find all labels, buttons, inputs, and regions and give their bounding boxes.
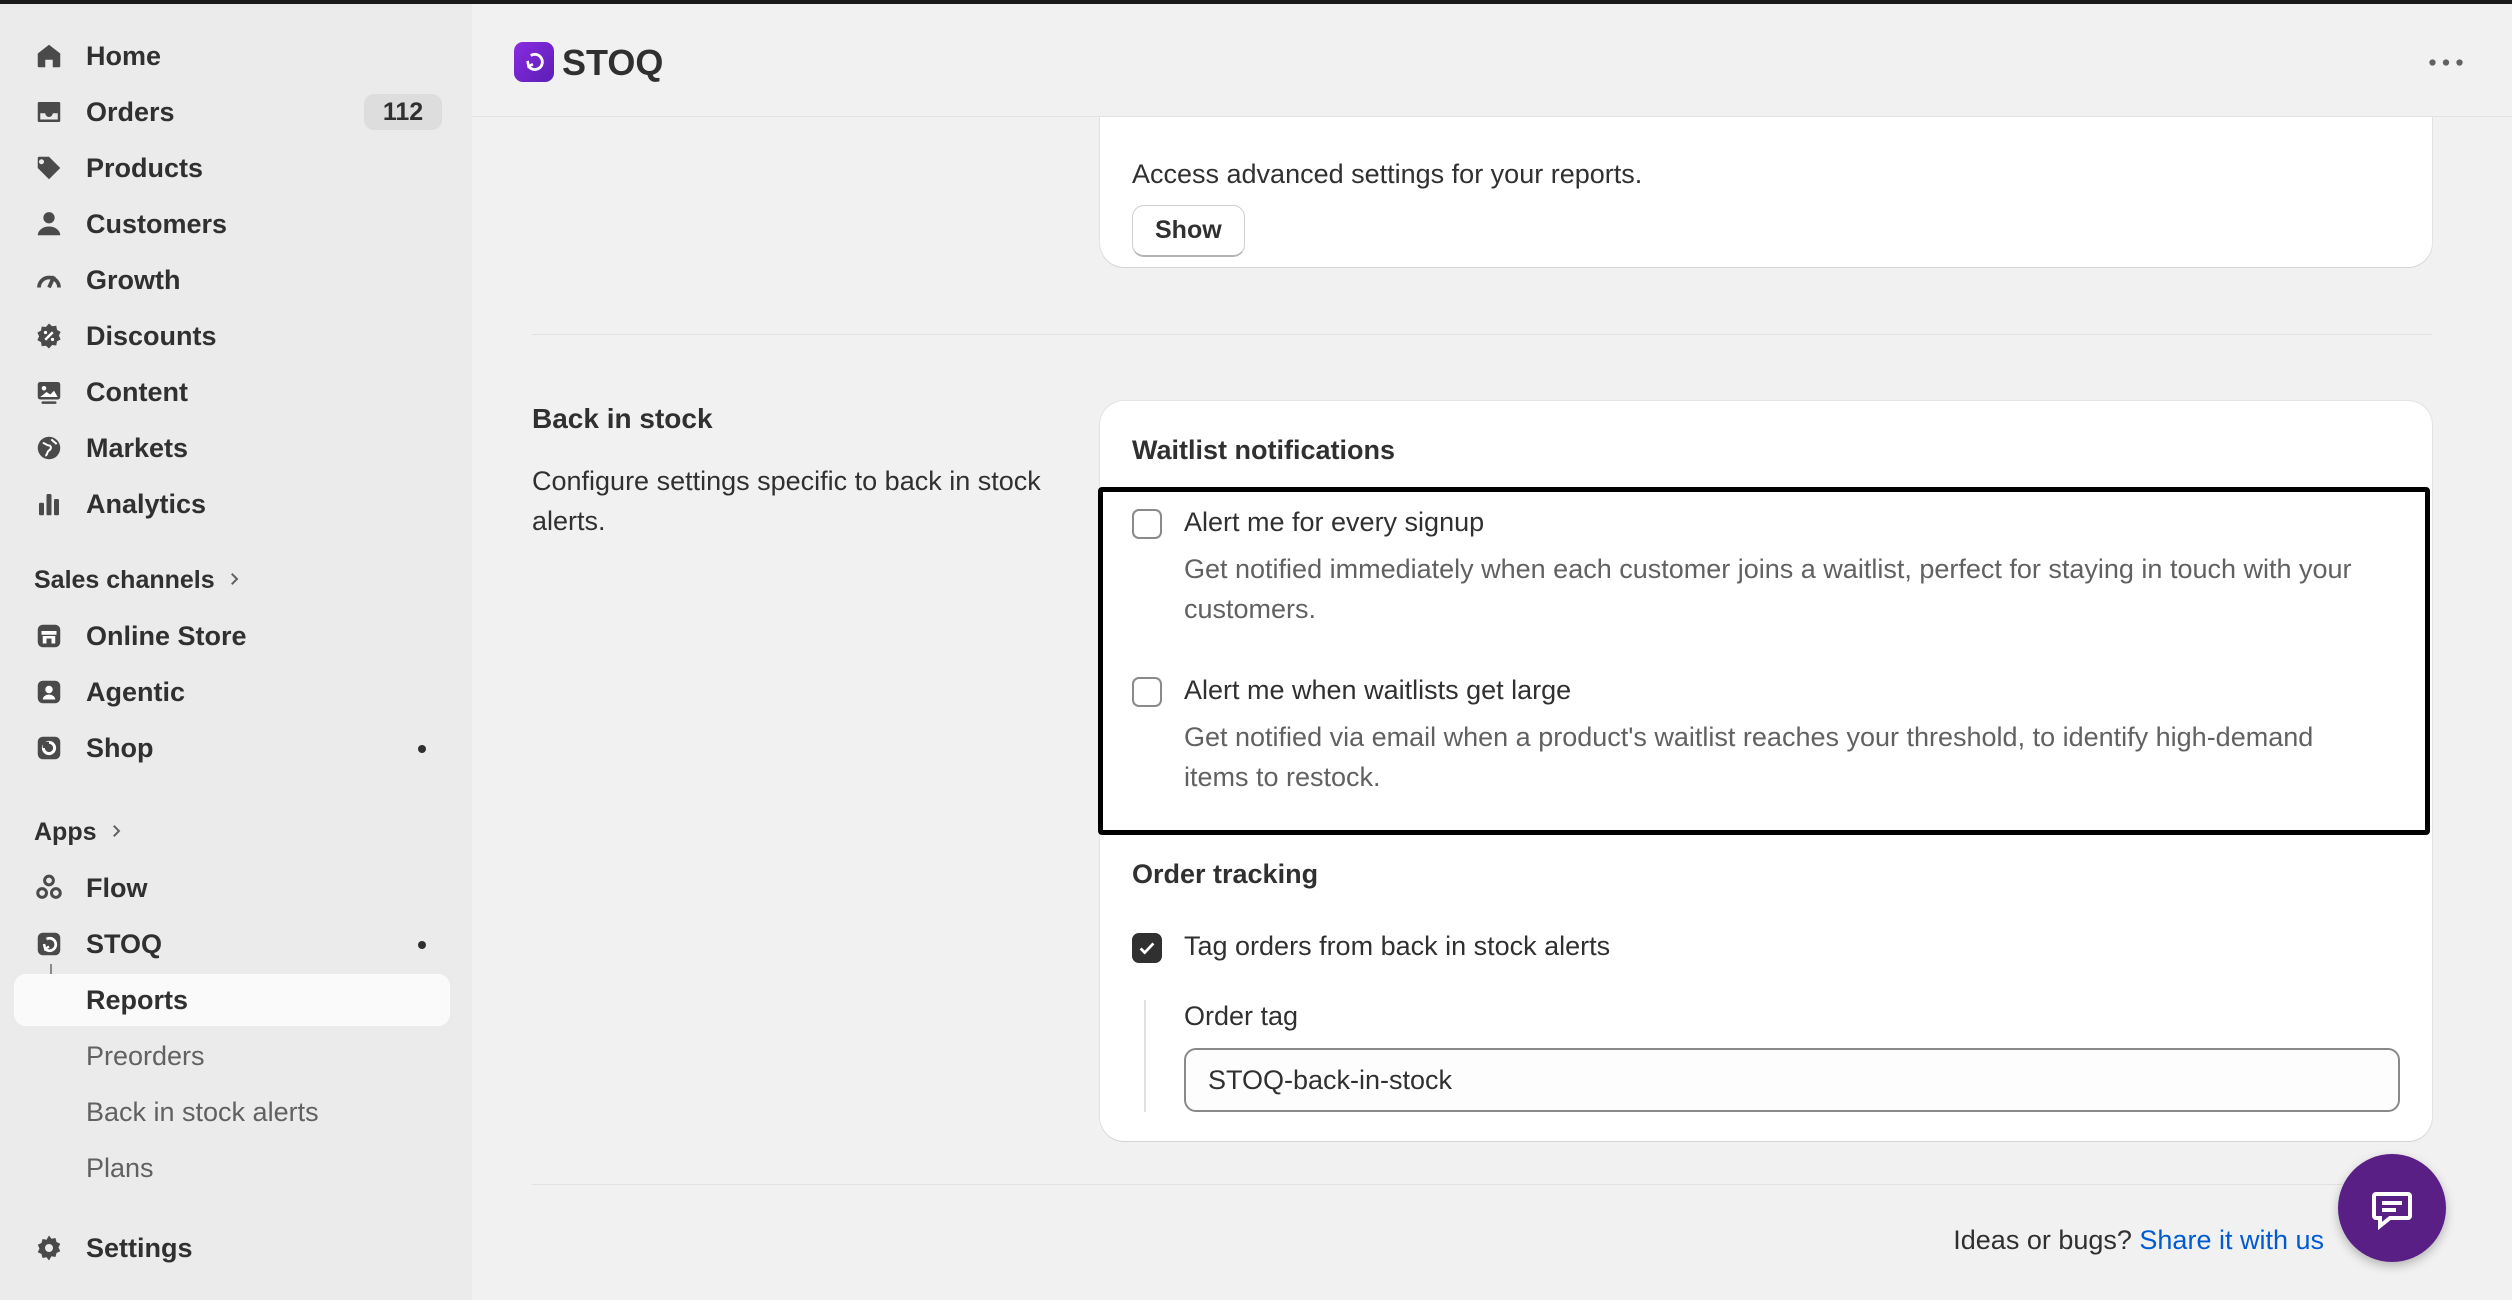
unpinned-dot-indicator	[418, 941, 426, 949]
sidebar-subitem-plans[interactable]: Plans	[14, 1142, 450, 1194]
sidebar-item-label: Agentic	[86, 676, 186, 707]
sidebar-item-flow[interactable]: Flow	[14, 862, 450, 914]
advanced-settings-description: Access advanced settings for your report…	[1132, 159, 1643, 189]
app-title: STOQ	[562, 42, 664, 83]
sidebar-item-home[interactable]: Home	[14, 30, 450, 82]
flow-icon	[34, 873, 64, 903]
agent-icon	[34, 677, 64, 707]
alert-every-signup-checkbox[interactable]	[1132, 509, 1162, 539]
main-content: Access advanced settings for your report…	[472, 117, 2512, 1300]
order-tag-label: Order tag	[1184, 1001, 1299, 1031]
app-header: STOQ	[472, 4, 2512, 117]
show-advanced-button[interactable]: Show	[1132, 205, 1245, 257]
sidebar-item-online-store[interactable]: Online Store	[14, 610, 450, 662]
sidebar-subitem-back-in-stock-alerts[interactable]: Back in stock alerts	[14, 1086, 450, 1138]
gauge-icon	[34, 265, 64, 295]
person-icon	[34, 209, 64, 239]
sidebar-item-label: Shop	[86, 732, 154, 763]
sidebar-subitem-label: Back in stock alerts	[86, 1096, 319, 1127]
tag-orders-label[interactable]: Tag orders from back in stock alerts	[1184, 931, 1610, 962]
sidebar-item-growth[interactable]: Growth	[14, 254, 450, 306]
sidebar-item-label: Content	[86, 376, 188, 407]
sidebar-item-label: Customers	[86, 208, 228, 239]
sidebar-item-label: Online Store	[86, 620, 247, 651]
feedback-prefix: Ideas or bugs?	[1953, 1225, 2132, 1255]
alert-every-signup-help: Get notified immediately when each custo…	[1184, 554, 2352, 624]
order-tag-input[interactable]	[1184, 1048, 2400, 1112]
section-divider	[532, 1184, 2432, 1185]
sales-channels-heading[interactable]: Sales channels	[34, 566, 243, 595]
sidebar-subitem-label: Preorders	[86, 1040, 205, 1071]
sidebar-item-label: STOQ	[86, 928, 163, 959]
sidebar: Home Orders 112 Products Customers Growt…	[0, 4, 472, 1300]
globe-icon	[34, 433, 64, 463]
orders-count-badge: 112	[364, 94, 442, 130]
sidebar-item-label: Analytics	[86, 488, 207, 519]
feedback-link[interactable]: Share it with us	[2139, 1225, 2324, 1255]
support-chat-button[interactable]	[2338, 1154, 2446, 1262]
back-in-stock-card: Waitlist notifications Alert me for ever…	[1100, 401, 2432, 1141]
sidebar-item-orders[interactable]: Orders 112	[14, 86, 450, 138]
sidebar-subitem-label: Plans	[86, 1152, 154, 1183]
sidebar-item-analytics[interactable]: Analytics	[14, 478, 450, 530]
waitlist-notifications-heading: Waitlist notifications	[1132, 435, 1395, 465]
back-in-stock-title: Back in stock	[532, 403, 713, 434]
chat-icon	[2372, 1192, 2412, 1231]
sidebar-item-label: Discounts	[86, 320, 217, 351]
stoq-logo-icon	[514, 42, 554, 82]
sidebar-item-settings[interactable]: Settings	[14, 1222, 450, 1274]
back-in-stock-description: Configure settings specific to back in s…	[532, 466, 1041, 536]
sidebar-item-products[interactable]: Products	[14, 142, 450, 194]
store-icon	[34, 621, 64, 651]
alert-large-waitlist-checkbox[interactable]	[1132, 677, 1162, 707]
sidebar-item-content[interactable]: Content	[14, 366, 450, 418]
unpinned-dot-indicator	[418, 745, 426, 753]
advanced-settings-card: Access advanced settings for your report…	[1100, 117, 2432, 267]
sidebar-item-stoq[interactable]: STOQ	[14, 918, 450, 970]
bar-chart-icon	[34, 489, 64, 519]
sidebar-subitem-label: Reports	[86, 984, 189, 1015]
sidebar-item-label: Orders	[86, 96, 175, 127]
nested-field-guide	[1144, 1000, 1146, 1112]
inbox-icon	[34, 97, 64, 127]
alert-every-signup-label[interactable]: Alert me for every signup	[1184, 507, 1484, 538]
sidebar-item-label: Home	[86, 40, 162, 71]
gear-icon	[34, 1233, 64, 1263]
tag-orders-checkbox[interactable]	[1132, 933, 1162, 963]
sidebar-item-agentic[interactable]: Agentic	[14, 666, 450, 718]
sidebar-item-label: Flow	[86, 872, 148, 903]
section-divider	[532, 334, 2432, 335]
chevron-right-icon	[225, 566, 243, 595]
home-icon	[34, 41, 64, 71]
sidebar-item-markets[interactable]: Markets	[14, 422, 450, 474]
ellipsis-icon	[2429, 58, 2463, 66]
more-actions-button[interactable]	[2426, 50, 2466, 74]
sidebar-item-label: Products	[86, 152, 204, 183]
feedback-footer: Ideas or bugs? Share it with us	[1953, 1225, 2324, 1256]
sidebar-item-discounts[interactable]: Discounts	[14, 310, 450, 362]
sidebar-item-label: Markets	[86, 432, 189, 463]
apps-heading[interactable]: Apps	[34, 818, 125, 847]
image-icon	[34, 377, 64, 407]
alert-large-waitlist-label[interactable]: Alert me when waitlists get large	[1184, 675, 1571, 706]
tag-icon	[34, 153, 64, 183]
alert-large-waitlist-help: Get notified via email when a product's …	[1184, 722, 2314, 792]
stoq-icon	[34, 929, 64, 959]
sidebar-item-customers[interactable]: Customers	[14, 198, 450, 250]
checkmark-icon	[1139, 942, 1155, 955]
sidebar-item-shop[interactable]: Shop	[14, 722, 450, 774]
sales-channels-label: Sales channels	[34, 566, 215, 594]
order-tracking-heading: Order tracking	[1132, 859, 1319, 889]
apps-label: Apps	[34, 818, 97, 846]
sidebar-subitem-reports[interactable]: Reports	[14, 974, 450, 1026]
shop-icon	[34, 733, 64, 763]
sidebar-subitem-preorders[interactable]: Preorders	[14, 1030, 450, 1082]
sidebar-item-label: Settings	[86, 1232, 193, 1263]
chevron-right-icon	[107, 818, 125, 847]
discount-icon	[34, 321, 64, 351]
sidebar-item-label: Growth	[86, 264, 181, 295]
